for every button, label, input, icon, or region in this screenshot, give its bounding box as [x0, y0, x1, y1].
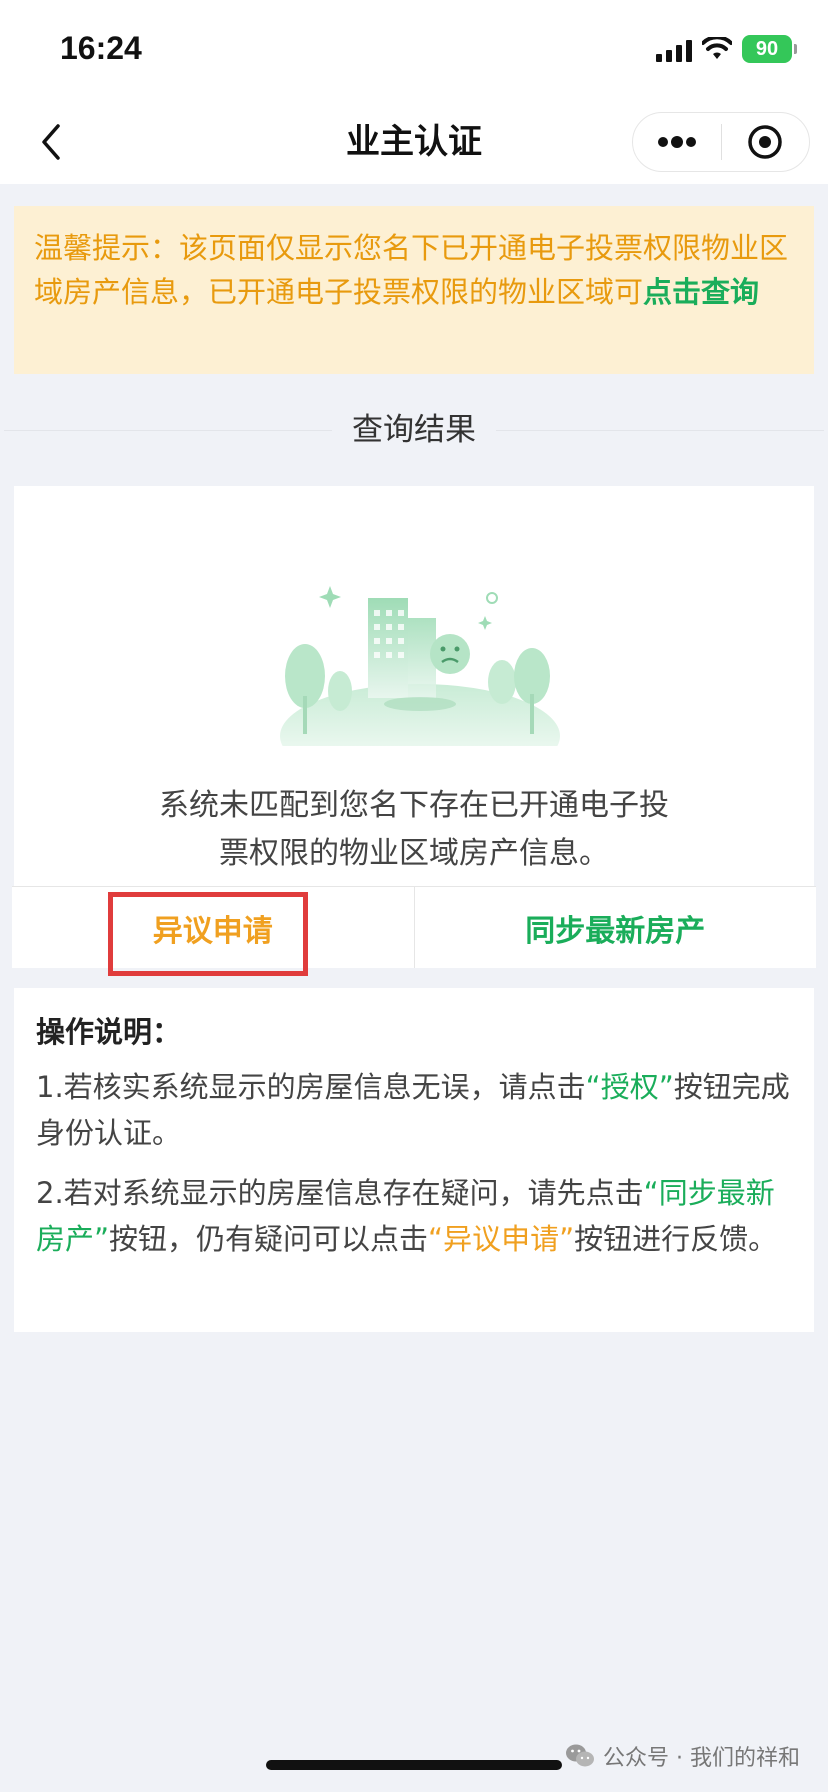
instruction-1-text-a: 1.若核实系统显示的房屋信息无误，请点击: [36, 1070, 586, 1104]
watermark-text: 公众号 · 我们的祥和: [603, 1746, 800, 1771]
wifi-icon: [702, 37, 732, 59]
more-dots-icon: [657, 136, 696, 148]
target-circle-icon: [748, 125, 782, 159]
instruction-2-text-b: 按钮，仍有疑问可以点击: [109, 1222, 429, 1256]
query-link[interactable]: 点击查询: [643, 275, 759, 309]
wechat-icon: [566, 1744, 595, 1767]
instruction-2-text-a: 2.若对系统显示的房屋信息存在疑问，请先点击: [36, 1176, 644, 1210]
instruction-item-2: 2.若对系统显示的房屋信息存在疑问，请先点击“同步最新房产”按钮，仍有疑问可以点…: [36, 1170, 792, 1262]
instruction-item-1: 1.若核实系统显示的房屋信息无误，请点击“授权”按钮完成身份认证。: [36, 1064, 792, 1156]
section-title-text: 查询结果: [332, 412, 496, 448]
home-indicator: [266, 1760, 562, 1770]
result-card: 系统未匹配到您名下存在已开通电子投 票权限的物业区域房产信息。: [14, 486, 814, 886]
empty-message: 系统未匹配到您名下存在已开通电子投 票权限的物业区域房产信息。: [14, 782, 814, 878]
nav-bar: 业主认证: [0, 100, 828, 184]
empty-message-line2: 票权限的物业区域房产信息。: [219, 836, 609, 871]
section-title: 查询结果: [0, 408, 828, 452]
instruction-1-authorize: “授权”: [585, 1070, 674, 1104]
action-row: 异议申请 同步最新房产: [12, 886, 816, 968]
cellular-signal-icon: [656, 36, 692, 62]
instructions-card: 操作说明： 1.若核实系统显示的房屋信息无误，请点击“授权”按钮完成身份认证。 …: [14, 988, 814, 1332]
battery-icon: 90: [742, 35, 797, 63]
battery-level: 90: [755, 37, 779, 60]
instruction-2-text-c: 按钮进行反馈。: [574, 1222, 778, 1256]
close-mini-program-button[interactable]: [722, 113, 810, 171]
no-house-illustration: [280, 586, 560, 746]
empty-message-line1: 系统未匹配到您名下存在已开通电子投: [159, 788, 669, 823]
watermark: 公众号 · 我们的祥和: [565, 1740, 800, 1772]
instruction-2-objection: “异议申请”: [428, 1222, 575, 1256]
sync-property-button[interactable]: 同步最新房产: [415, 887, 817, 968]
notice-banner: 温馨提示：该页面仅显示您名下已开通电子投票权限物业区域房产信息，已开通电子投票权…: [14, 206, 814, 374]
instructions-title: 操作说明：: [36, 1015, 182, 1049]
status-bar: 16:24 90: [0, 0, 828, 100]
more-button[interactable]: [633, 113, 721, 171]
status-icons: 90: [656, 34, 797, 64]
status-time: 16:24: [60, 30, 142, 66]
objection-button[interactable]: 异议申请: [12, 887, 414, 968]
mini-program-capsule: [632, 112, 810, 172]
